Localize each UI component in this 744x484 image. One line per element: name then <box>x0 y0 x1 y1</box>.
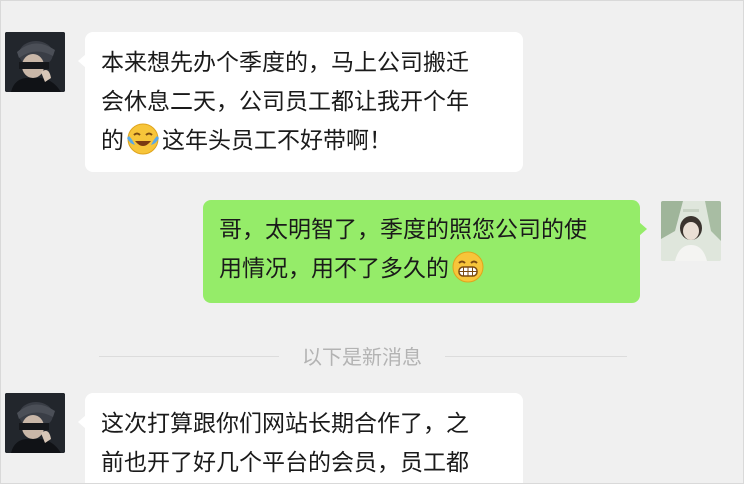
message-text-line: 前也开了好几个平台的会员，员工都 <box>101 450 469 476</box>
grinning-emoji-icon <box>451 250 485 284</box>
message-text-line: 的 这年头员工不好带啊！ <box>101 122 507 161</box>
message-bubble[interactable]: 这次打算跟你们网站长期合作了，之 前也开了好几个平台的会员，员工都 <box>78 393 523 483</box>
message-text-line: 本来想先办个季度的，马上公司搬迁 <box>101 50 469 76</box>
bubble-tail <box>639 222 647 236</box>
bubble-tail <box>78 54 86 68</box>
divider-line <box>445 356 627 357</box>
message-text-line: 这次打算跟你们网站长期合作了，之 <box>101 411 469 437</box>
message-text: 用情况，用不了多久的 <box>219 256 449 282</box>
chat-window: 本来想先办个季度的，马上公司搬迁 会休息二天，公司员工都让我开个年 的 这年头员… <box>0 0 744 484</box>
message-text-line: 哥，太明智了，季度的照您公司的使 <box>219 217 587 243</box>
message-text: 这年头员工不好带啊！ <box>162 128 392 154</box>
crying-laughing-emoji-icon <box>126 122 160 156</box>
message-bubble[interactable]: 哥，太明智了，季度的照您公司的使 用情况，用不了多久的 <box>203 200 647 303</box>
message-bubble[interactable]: 本来想先办个季度的，马上公司搬迁 会休息二天，公司员工都让我开个年 的 这年头员… <box>78 32 523 172</box>
message-text-line: 用情况，用不了多久的 <box>219 250 624 289</box>
divider-line <box>99 356 279 357</box>
contact-avatar[interactable] <box>5 32 65 92</box>
message-text-line: 会休息二天，公司员工都让我开个年 <box>101 89 469 115</box>
contact-avatar[interactable] <box>5 393 65 453</box>
my-avatar[interactable] <box>661 201 721 261</box>
new-messages-divider: 以下是新消息 <box>99 339 627 369</box>
bubble-tail <box>78 415 86 429</box>
message-text: 的 <box>101 128 124 154</box>
new-messages-label: 以下是新消息 <box>302 345 422 369</box>
